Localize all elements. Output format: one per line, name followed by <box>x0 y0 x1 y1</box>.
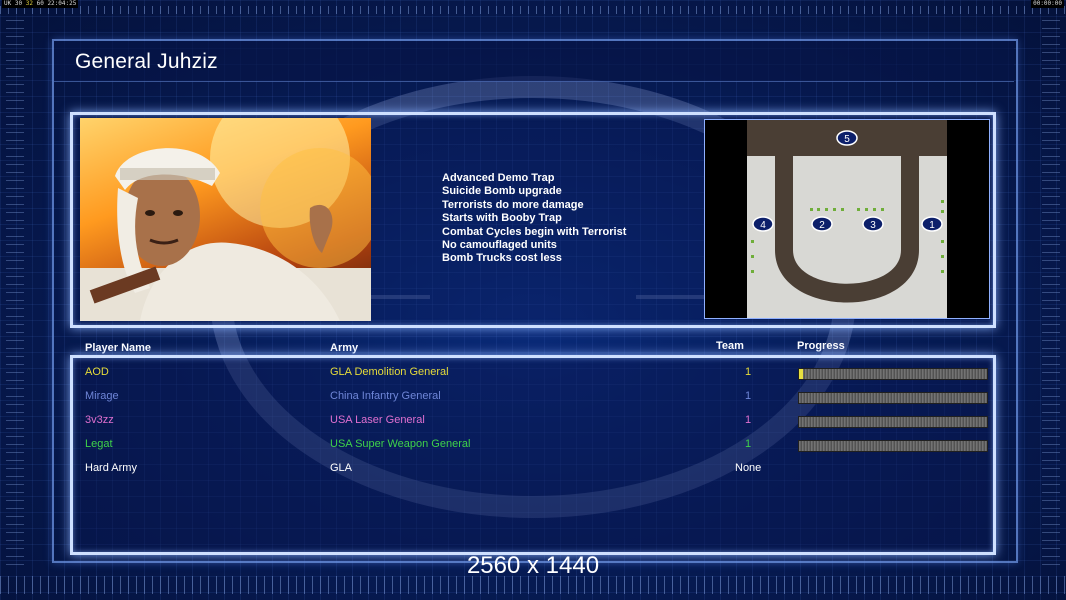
bonus-item: Advanced Demo Trap <box>442 172 555 184</box>
player-name: Mirage <box>85 390 119 402</box>
start-position-marker: 2 <box>811 216 833 232</box>
bonus-item: Starts with Booby Trap <box>442 212 562 225</box>
player-army: USA Laser General <box>330 414 425 426</box>
player-army: GLA <box>330 462 353 474</box>
player-army: China Infantry General <box>330 390 441 402</box>
player-name: AOD <box>85 366 109 378</box>
column-header-army: Army <box>330 342 359 354</box>
table-row: 3v3zz USA Laser General 1 <box>0 414 1066 430</box>
players-panel <box>70 355 996 555</box>
left-ruler <box>6 20 24 570</box>
player-team: 1 <box>745 414 752 426</box>
loading-progress-bar <box>798 392 988 404</box>
column-header-player-name: Player Name <box>85 342 152 354</box>
table-row: Hard Army GLA None <box>0 462 1066 478</box>
player-team: 1 <box>745 390 752 402</box>
svg-text:5: 5 <box>844 134 850 145</box>
svg-text:2: 2 <box>819 220 825 231</box>
table-row: Mirage China Infantry General 1 <box>0 390 1066 406</box>
loading-progress-bar <box>798 440 988 452</box>
hud-clock-right: 00:00:00 <box>1031 0 1064 8</box>
page-title: General Juhziz <box>75 50 218 73</box>
resolution-caption: 2560 x 1440 <box>466 552 600 579</box>
top-ruler <box>0 6 1066 14</box>
svg-text:1: 1 <box>929 220 935 231</box>
column-header-team: Team <box>716 340 744 352</box>
player-name: Hard Army <box>85 462 137 474</box>
table-row: AOD GLA Demolition General 1 <box>0 366 1066 382</box>
start-position-marker: 5 <box>836 130 858 146</box>
bonus-item: Bomb Trucks cost less <box>442 252 562 265</box>
player-army: USA Super Weapon General <box>330 438 471 450</box>
map-preview: 5 4 2 3 1 <box>704 119 990 319</box>
start-position-marker: 3 <box>862 216 884 232</box>
progress-fill <box>799 369 803 379</box>
bonus-item: Suicide Bomb upgrade <box>442 185 562 198</box>
start-position-marker: 1 <box>921 216 943 232</box>
loading-progress-bar <box>798 416 988 428</box>
svg-text:3: 3 <box>870 220 876 231</box>
loading-progress-bar <box>798 368 988 380</box>
start-position-marker: 4 <box>752 216 774 232</box>
player-team: 1 <box>745 438 752 450</box>
hud-status-left: UK 30 32 60 22:04:25 <box>2 0 79 8</box>
bonus-item: Combat Cycles begin with Terrorist <box>442 225 627 238</box>
general-portrait <box>80 118 371 321</box>
player-team: 1 <box>745 366 752 378</box>
column-header-progress: Progress <box>797 340 845 352</box>
svg-text:4: 4 <box>760 220 766 231</box>
table-row: Legat USA Super Weapon General 1 <box>0 438 1066 454</box>
general-bonus-list: Advanced Demo Trap Suicide Bomb upgrade … <box>442 172 626 266</box>
bonus-item: No camouflaged units <box>442 239 557 252</box>
right-ruler <box>1042 20 1060 570</box>
player-name: Legat <box>85 438 113 450</box>
player-team: None <box>735 462 762 474</box>
player-army: GLA Demolition General <box>330 366 449 378</box>
bonus-item: Terrorists do more damage <box>442 198 584 211</box>
player-name: 3v3zz <box>85 414 114 426</box>
